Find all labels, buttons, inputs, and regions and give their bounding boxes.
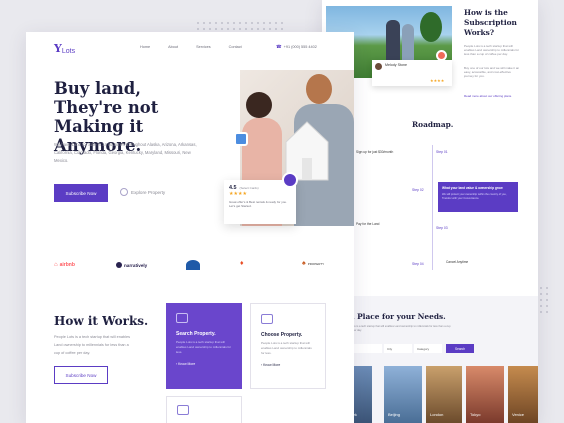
partner-wave-logo xyxy=(186,260,200,270)
airbnb-label: airbnb xyxy=(59,262,75,268)
partner-flame-logo: ♦ xyxy=(240,260,246,267)
roadmap-line xyxy=(432,145,433,270)
card-choose-property[interactable]: Choose Property. People Lots is a tech s… xyxy=(250,303,326,389)
search-select-city[interactable]: City xyxy=(384,344,412,353)
roadmap-side-3: Cancel Anytime xyxy=(446,260,469,264)
city-card-venice[interactable]: Venice xyxy=(508,366,538,423)
person-woman xyxy=(246,92,272,118)
card-search-property[interactable]: Search Property. People Lots is a tech s… xyxy=(166,303,242,389)
reviewer-card: Melody Stone ★★★★ xyxy=(372,60,452,86)
city-card-tokyo[interactable]: Tokyo xyxy=(466,366,504,423)
nav-about[interactable]: About xyxy=(168,45,178,49)
third-card-icon xyxy=(177,405,189,415)
explore-icon xyxy=(120,188,128,196)
find-place-subtitle: People Lots is a tech startup that will … xyxy=(342,325,451,332)
how-it-works-title: How it Works. xyxy=(54,314,149,328)
search-property-text: People Lots is a tech startup that will … xyxy=(176,340,232,354)
property-icon: ♠ xyxy=(302,260,306,267)
partner-narratively: narratively xyxy=(116,262,147,268)
roadmap-highlight-card: What your land value & ownership grow We… xyxy=(438,182,518,212)
partner-airbnb: ⌂ airbnb xyxy=(54,262,75,268)
review-text: Great offer's & Best rentals & ready for… xyxy=(229,200,287,209)
airbnb-icon: ⌂ xyxy=(54,262,58,268)
choose-property-icon xyxy=(261,314,273,324)
find-place-title: d a Place for your Needs. xyxy=(342,312,446,321)
roadmap-title: Roadmap. xyxy=(412,120,454,129)
flame-icon: ♦ xyxy=(240,260,244,267)
search-button[interactable]: Search xyxy=(446,344,474,353)
hand-badge-icon xyxy=(282,172,298,188)
nav-contact[interactable]: Contact xyxy=(229,45,242,49)
highlight-text: We will protect your ownership within th… xyxy=(442,193,507,200)
city-label: Venice xyxy=(512,412,525,417)
main-page: Y Lots Home About Services Contact ☎ +91… xyxy=(26,32,354,423)
roadmap-step-4: Step 04 xyxy=(412,262,424,266)
logo[interactable]: Y Lots xyxy=(54,42,75,55)
how-subscribe-button[interactable]: Subscribe Now xyxy=(54,366,108,384)
explore-label: Explore Property xyxy=(131,189,166,195)
choose-property-link[interactable]: › Know More xyxy=(261,363,315,367)
roadmap-side-2: Pay for the Land xyxy=(356,222,380,226)
explore-property-link[interactable]: Explore Property xyxy=(120,188,165,196)
city-label: London xyxy=(430,412,444,417)
roadmap-step-3: Step 03 xyxy=(436,226,448,230)
secondary-page: Melody Stone ★★★★ How is the Subscriptio… xyxy=(322,0,538,423)
city-card-london[interactable]: London xyxy=(426,366,462,423)
highlight-title: What your land value & ownership grow xyxy=(442,186,503,190)
nav-home[interactable]: Home xyxy=(140,45,150,49)
logo-y-icon: Y xyxy=(54,42,62,55)
header-phone[interactable]: ☎ +91 (000) 555 4402 xyxy=(276,44,317,50)
choose-property-title: Choose Property. xyxy=(261,332,303,338)
find-place-section: d a Place for your Needs. People Lots is… xyxy=(322,296,538,423)
roadmap-side-1: Sign up for just $30/month xyxy=(356,150,394,154)
how-it-works-description: People Lots is a tech startup that will … xyxy=(54,335,130,355)
search-select-category[interactable]: Category xyxy=(414,344,442,353)
narratively-icon xyxy=(116,262,122,268)
rating-note: (Select Cards) xyxy=(239,186,259,190)
review-stars: ★★★★ xyxy=(229,191,247,197)
roadmap-step-1: Step 01 xyxy=(436,150,448,154)
city-card-beijing[interactable]: Beijing xyxy=(384,366,422,423)
subscription-link[interactable]: Read more about our offering plans. xyxy=(464,94,520,99)
card-third[interactable] xyxy=(166,396,242,423)
person-man xyxy=(306,74,332,104)
reviewer-name: Melody Stone xyxy=(385,63,407,67)
avatar xyxy=(375,63,382,70)
phone-icon: ☎ xyxy=(276,44,282,49)
subscription-para-1: People Lots is a tech startup that will … xyxy=(464,44,520,56)
search-property-icon xyxy=(176,313,188,323)
pin-badge-icon xyxy=(436,50,447,61)
roadmap-step-2: Step 02 xyxy=(412,188,424,192)
partner-property-logo: ♠ PROPERTY xyxy=(302,260,324,267)
city-label: Beijing xyxy=(388,412,401,417)
subscription-para-2: Buy one of our lots and we will make it … xyxy=(464,66,520,78)
narratively-label: narratively xyxy=(124,262,148,268)
search-property-link[interactable]: › Know More xyxy=(176,362,232,366)
search-property-title: Search Property. xyxy=(176,331,216,337)
star-rating: ★★★★ xyxy=(430,78,445,83)
city-label: Tokyo xyxy=(470,412,481,417)
property-label: PROPERTY xyxy=(307,261,325,266)
subscription-title: How is the Subscription Works? xyxy=(464,8,517,37)
choose-property-text: People Lots is a tech startup that will … xyxy=(261,341,312,355)
nav-menu: Home About Services Contact xyxy=(140,45,242,49)
subscribe-button[interactable]: Subscribe Now xyxy=(54,184,108,202)
phone-number: +91 (000) 555 4402 xyxy=(283,45,317,49)
nav-services[interactable]: Services xyxy=(196,45,211,49)
logo-text: Lots xyxy=(61,48,76,55)
location-badge-icon xyxy=(234,132,248,146)
hero-description: We have Land for Sale in 14 countries th… xyxy=(54,142,197,163)
